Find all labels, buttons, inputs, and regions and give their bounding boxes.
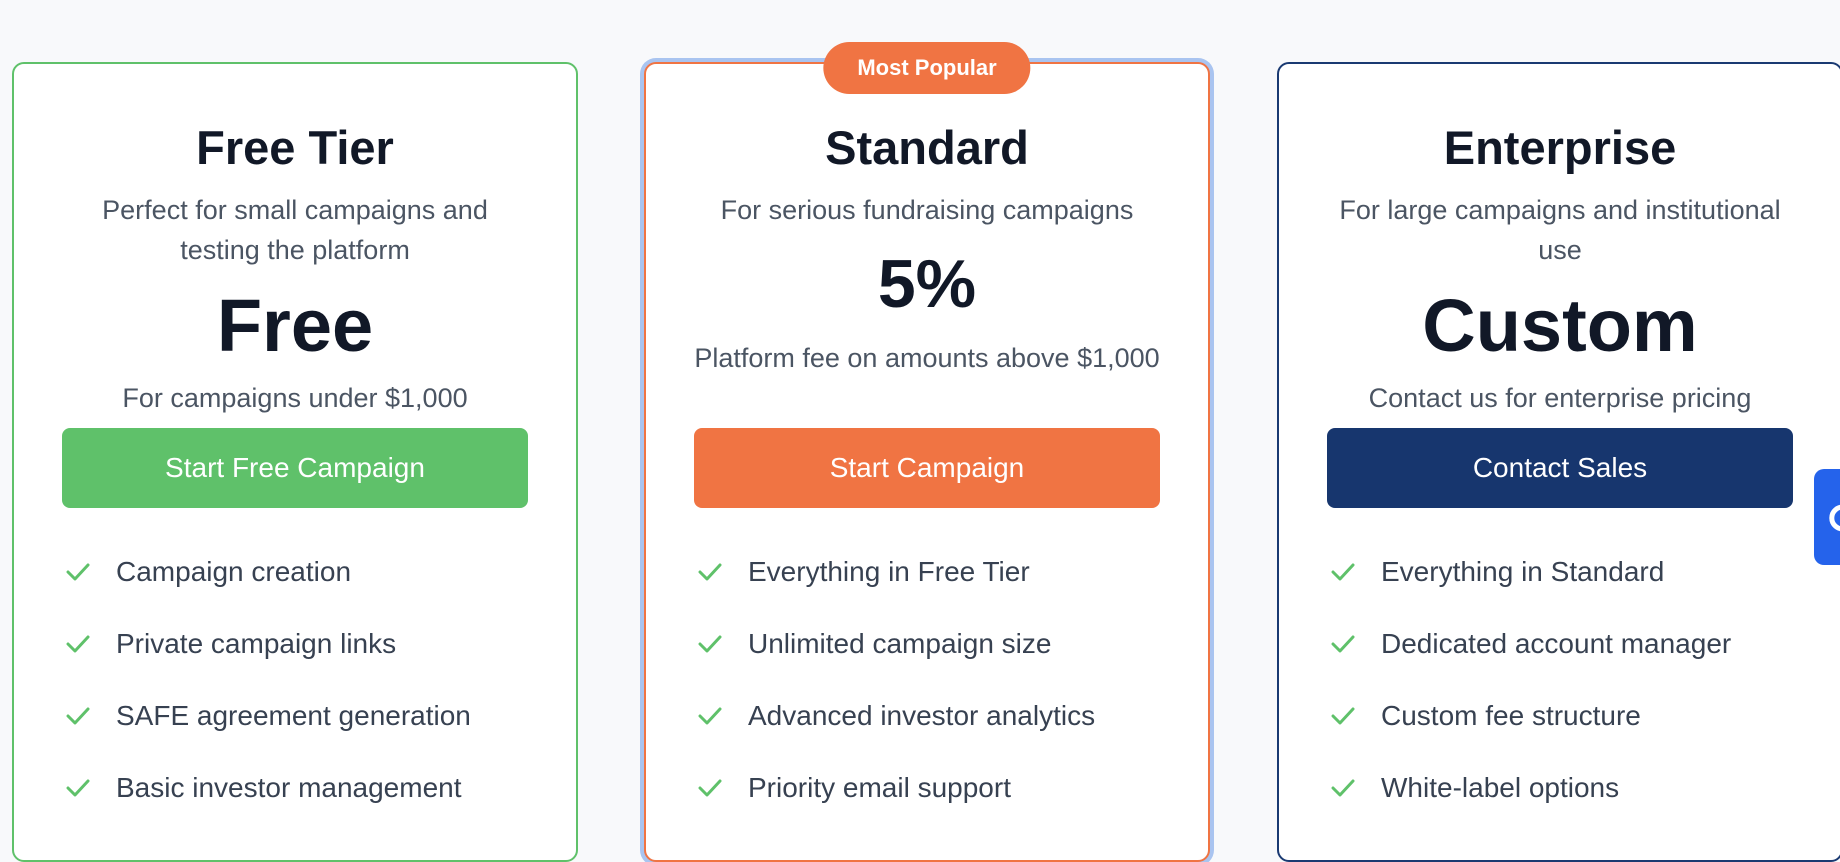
feature-label: Unlimited campaign size [748, 628, 1052, 659]
chat-widget-button[interactable] [1814, 469, 1840, 565]
feature-list: Everything in Standard Dedicated account… [1327, 554, 1821, 842]
plan-price: Custom [1422, 284, 1698, 367]
check-icon [698, 563, 722, 581]
feature-label: Everything in Free Tier [748, 556, 1030, 587]
feature-item: Dedicated account manager [1327, 626, 1821, 698]
pricing-card-enterprise: Enterprise For large campaigns and insti… [1277, 62, 1840, 862]
most-popular-badge: Most Popular [823, 42, 1031, 94]
feature-label: Private campaign links [116, 628, 397, 659]
start-free-campaign-button[interactable]: Start Free Campaign [62, 428, 528, 508]
feature-item: White-label options [1327, 770, 1821, 842]
feature-label: Custom fee structure [1381, 700, 1641, 731]
plan-name: Enterprise [1443, 121, 1677, 174]
feature-item: Basic investor management [62, 770, 556, 842]
feature-label: Campaign creation [116, 556, 352, 587]
feature-label: Everything in Standard [1381, 556, 1665, 587]
check-icon [66, 707, 90, 725]
contact-sales-button[interactable]: Contact Sales [1327, 428, 1793, 508]
chat-icon [1829, 504, 1840, 532]
plan-description: For large campaigns and institutional us… [1339, 195, 1781, 265]
check-icon [66, 779, 90, 797]
feature-label: White-label options [1381, 772, 1620, 803]
start-campaign-button[interactable]: Start Campaign [694, 428, 1160, 508]
feature-item: Priority email support [694, 770, 1188, 842]
feature-item: Everything in Standard [1327, 554, 1821, 626]
feature-label: Basic investor management [116, 772, 462, 803]
plan-name: Free Tier [196, 121, 394, 174]
price-note: For campaigns under $1,000 [122, 383, 468, 413]
check-icon [1331, 563, 1355, 581]
check-icon [698, 779, 722, 797]
feature-list: Everything in Free Tier Unlimited campai… [694, 554, 1188, 842]
pricing-card-standard: Most Popular Standard For serious fundra… [644, 42, 1210, 862]
feature-label: Priority email support [748, 772, 1011, 803]
price-note: Contact us for enterprise pricing [1368, 383, 1752, 413]
check-icon [66, 563, 90, 581]
feature-label: Advanced investor analytics [748, 700, 1096, 731]
plan-name: Standard [825, 121, 1029, 174]
feature-item: Unlimited campaign size [694, 626, 1188, 698]
plan-description: Perfect for small campaigns and testing … [102, 195, 488, 265]
feature-list: Campaign creation Private campaign links… [62, 554, 556, 842]
price-note: Platform fee on amounts above $1,000 [694, 343, 1160, 373]
check-icon [1331, 707, 1355, 725]
plan-description: For serious fundraising campaigns [720, 195, 1134, 225]
feature-item: Private campaign links [62, 626, 556, 698]
check-icon [66, 635, 90, 653]
feature-item: SAFE agreement generation [62, 698, 556, 770]
check-icon [1331, 635, 1355, 653]
feature-label: Dedicated account manager [1381, 628, 1732, 659]
feature-label: SAFE agreement generation [116, 700, 471, 731]
check-icon [1331, 779, 1355, 797]
pricing-card-free: Free Tier Perfect for small campaigns an… [12, 62, 578, 862]
feature-item: Campaign creation [62, 554, 556, 626]
feature-item: Everything in Free Tier [694, 554, 1188, 626]
feature-item: Advanced investor analytics [694, 698, 1188, 770]
feature-item: Custom fee structure [1327, 698, 1821, 770]
plan-price: 5% [877, 246, 977, 322]
check-icon [698, 635, 722, 653]
check-icon [698, 707, 722, 725]
plan-price: Free [216, 284, 374, 367]
